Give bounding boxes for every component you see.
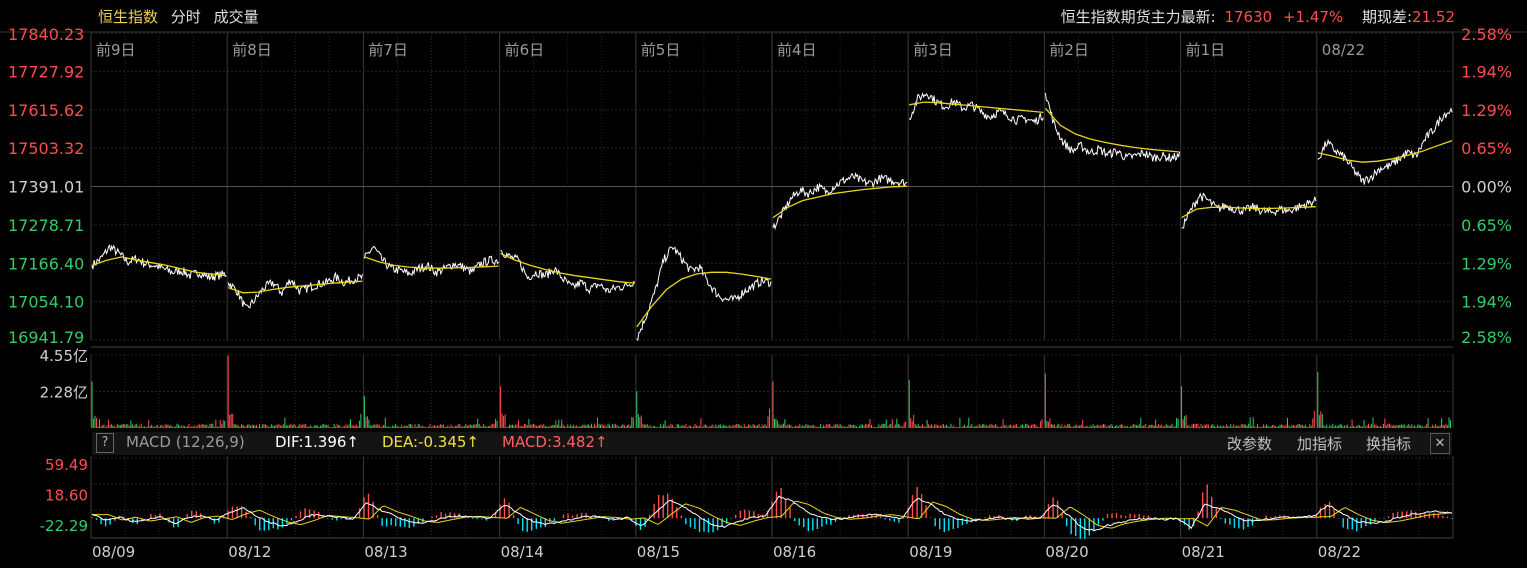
y-tick-label: 17840.23 [8,25,84,44]
date-label: 08/09 [92,543,135,561]
pct-tick-label: 1.94% [1461,293,1512,312]
date-label: 08/22 [1318,543,1361,561]
volume-tick-label: 2.28亿 [40,383,88,401]
tab-volume[interactable]: 成交量 [214,8,259,26]
day-label: 前8日 [232,41,272,59]
day-label: 前6日 [505,41,545,59]
add-indicator-button[interactable]: 加指标 [1297,433,1342,454]
futures-info: 恒生指数期货主力最新: 17630 +1.47% 期现差:21.52 [1061,6,1455,27]
date-label: 08/21 [1182,543,1225,561]
price-line [227,271,363,309]
y-tick-label: 17054.10 [8,293,84,312]
futures-label: 恒生指数期货主力最新: [1060,8,1216,26]
day-label: 前3日 [913,41,953,59]
y-tick-label: 17391.01 [8,178,84,197]
chart-canvas: 17840.23 17727.92 17615.62 17503.32 17391.01… [0,25,1527,561]
switch-indicator-button[interactable]: 换指标 [1366,433,1411,454]
day-label: 前2日 [1049,41,1089,59]
day-label: 前9日 [96,41,136,59]
pct-tick-label: 2.58% [1461,25,1512,44]
macd-dif-value: DIF:1.396↑ [275,433,360,451]
date-label: 08/12 [228,543,271,561]
date-label: 08/13 [364,543,407,561]
spread-label: 期现差: [1361,8,1413,26]
tab-intraday[interactable]: 分时 [171,8,201,26]
day-label: 前4日 [777,41,817,59]
day-label: 前5日 [641,41,681,59]
y-tick-label: 17727.92 [8,62,84,81]
date-label: 08/19 [909,543,952,561]
pct-tick-label: 2.58% [1461,328,1512,347]
y-tick-label: 17166.40 [8,254,84,273]
y-tick-label: 16941.79 [8,328,84,347]
macd-indicator-bar: ? MACD (12,26,9) DIF:1.396↑ DEA:-0.345↑ … [92,432,1452,455]
help-icon[interactable]: ? [96,433,114,453]
spread-value: 21.52 [1412,8,1455,26]
edit-params-button[interactable]: 改参数 [1227,433,1272,454]
day-label: 前1日 [1186,41,1226,59]
macd-tick-label: 18.60 [45,486,88,504]
macd-tick-label: 59.49 [45,456,88,474]
date-label: 08/16 [773,543,816,561]
pct-tick-label: 1.94% [1461,62,1512,81]
macd-tick-label: -22.29 [40,517,88,535]
y-tick-label: 17503.32 [8,139,84,158]
pct-tick-label: 1.29% [1461,254,1512,273]
day-label: 前7日 [368,41,408,59]
header-tabs: 恒生指数 分时 成交量 [98,6,259,27]
price-line [1044,92,1181,163]
date-label: 08/14 [501,543,544,561]
pct-tick-label: 1.29% [1461,101,1512,120]
volume-tick-label: 4.55亿 [40,347,88,365]
pct-tick-label: 0.65% [1461,216,1512,235]
tab-index[interactable]: 恒生指数 [98,8,158,26]
macd-title[interactable]: MACD (12,26,9) [126,433,245,451]
pct-tick-label: 0.65% [1461,139,1512,158]
macd-dea-value: DEA:-0.345↑ [382,433,480,451]
date-label: 08/15 [637,543,680,561]
y-tick-label: 17615.62 [8,101,84,120]
macd-macd-value: MACD:3.482↑ [502,433,608,451]
y-tick-label: 17278.71 [8,216,84,235]
date-label: 08/20 [1045,543,1088,561]
futures-change: +1.47% [1282,8,1344,26]
pct-tick-label: 0.00% [1461,178,1512,197]
futures-price: 17630 [1224,8,1273,26]
average-line [909,101,1044,114]
day-label: 08/22 [1322,41,1365,59]
close-icon[interactable]: ✕ [1430,433,1450,454]
price-line [908,92,1044,126]
price-line [500,249,635,295]
